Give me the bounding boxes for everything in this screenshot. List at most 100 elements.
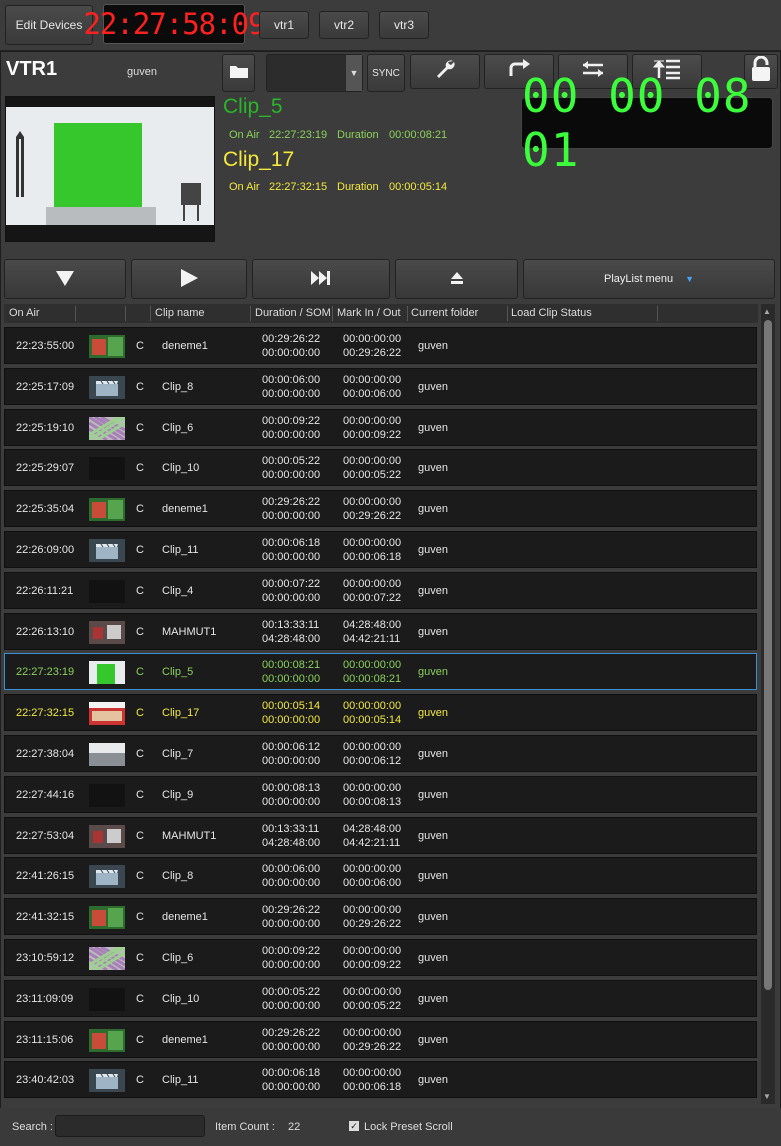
- eject-button[interactable]: [395, 259, 518, 299]
- preview-frame: [6, 97, 214, 241]
- row-mark-in: 00:00:00:00: [343, 659, 402, 672]
- table-row[interactable]: 23:10:59:12 C Clip_6 00:00:09:22 00:00:00:00…: [4, 939, 757, 976]
- row-folder: guven: [418, 911, 448, 924]
- row-mark-out: 00:29:26:22: [343, 918, 402, 931]
- table-row[interactable]: 22:26:09:00 C Clip_11 00:00:06:18 00:00:00:0…: [4, 531, 757, 568]
- row-mark-out: 00:00:05:22: [343, 469, 402, 482]
- table-row[interactable]: 22:27:38:04 C Clip_7 00:00:06:12 00:00:00:00…: [4, 735, 757, 772]
- row-mark-in: 00:00:00:00: [343, 1067, 402, 1080]
- clip-thumbnail: [89, 539, 125, 562]
- row-folder: guven: [418, 544, 448, 556]
- tab-vtr3[interactable]: vtr3: [379, 11, 429, 39]
- row-clip-name: Clip_7: [162, 748, 194, 760]
- col-clip-name[interactable]: Clip name: [155, 307, 205, 319]
- row-onair-time: 22:41:26:15: [16, 870, 75, 883]
- row-clip-name: Clip_5: [162, 666, 194, 679]
- table-row[interactable]: 22:25:29:07 C Clip_10 00:00:05:22 00:00:00:0…: [4, 449, 757, 487]
- table-row[interactable]: 22:26:11:21 C Clip_4 00:00:07:22 00:00:00:00…: [4, 571, 757, 609]
- table-row[interactable]: 22:25:17:09 C Clip_8 00:00:06:00 00:00:00:00…: [4, 367, 757, 405]
- row-mark-out: 00:00:09:22: [343, 959, 402, 971]
- next-duration-label: Duration: [337, 181, 379, 193]
- row-type: C: [136, 462, 144, 475]
- col-duration-som[interactable]: Duration / SOM: [255, 307, 331, 319]
- play-button[interactable]: [131, 259, 247, 299]
- cue-down-button[interactable]: [4, 259, 126, 299]
- row-som: 00:00:00:00: [262, 387, 321, 400]
- row-duration: 00:00:08:13: [262, 781, 321, 794]
- scroll-down-icon[interactable]: ▼: [763, 1092, 771, 1101]
- col-load-clip-status[interactable]: Load Clip Status: [511, 307, 592, 319]
- row-clip-name: Clip_6: [162, 421, 194, 434]
- col-current-folder[interactable]: Current folder: [411, 307, 478, 319]
- sync-button[interactable]: SYNC: [367, 54, 405, 92]
- playlist-menu-button[interactable]: PlayList menu ▼: [523, 259, 775, 299]
- row-onair-time: 22:27:53:04: [16, 829, 75, 842]
- scroll-thumb[interactable]: [764, 320, 772, 990]
- table-row[interactable]: 22:26:13:10 C MAHMUT1 00:13:33:11 04:28:48:0…: [4, 612, 757, 650]
- row-duration: 00:00:07:22: [262, 577, 321, 590]
- table-row[interactable]: 22:27:23:19 C Clip_5 00:00:08:21 00:00:00:00…: [4, 653, 757, 691]
- row-mark-in: 00:00:00:00: [343, 700, 402, 713]
- triangle-down-icon: [55, 269, 75, 290]
- folder-select[interactable]: ▼: [266, 54, 363, 92]
- row-mark-out: 00:00:06:00: [343, 387, 402, 400]
- table-row[interactable]: 23:40:42:03 C Clip_11 00:00:06:18 00:00:00:0…: [4, 1061, 757, 1098]
- row-folder: guven: [418, 340, 448, 352]
- row-folder: guven: [418, 503, 448, 516]
- table-row[interactable]: 22:41:32:15 Cdeneme1 00:29:26:22 00:00:00:0…: [4, 898, 757, 936]
- clip-thumbnail: [89, 375, 125, 399]
- table-row[interactable]: 22:41:26:15 C Clip_8 00:00:06:00 00:00:00:00…: [4, 857, 757, 895]
- eject-icon: [450, 271, 464, 288]
- row-type: C: [136, 1033, 144, 1046]
- scroll-up-icon[interactable]: ▲: [763, 307, 771, 316]
- row-mark-in: 00:00:00:00: [343, 496, 402, 509]
- row-duration: 00:00:05:22: [262, 985, 321, 998]
- row-clip-name: Clip_10: [162, 462, 200, 475]
- row-clip-name: Clip_4: [162, 584, 194, 597]
- video-preview: [5, 96, 215, 242]
- table-row[interactable]: 22:23:55:00 Cdeneme1 00:29:26:22 00:00:00:0…: [4, 327, 757, 364]
- tab-vtr2[interactable]: vtr2: [319, 11, 369, 39]
- table-row[interactable]: 22:25:19:10 C Clip_6 00:00:09:22 00:00:00:00…: [4, 408, 757, 446]
- row-som: 00:00:00:00: [262, 959, 321, 971]
- tab-vtr1[interactable]: vtr1: [259, 11, 309, 39]
- row-mark-out: 00:00:06:12: [343, 755, 402, 767]
- row-clip-name: Clip_8: [162, 870, 194, 883]
- row-mark-in: 00:00:00:00: [343, 741, 402, 753]
- onair-label: On Air: [229, 129, 260, 141]
- table-row[interactable]: 22:25:35:04 Cdeneme1 00:29:26:22 00:00:00:0…: [4, 490, 757, 528]
- settings-button[interactable]: [410, 54, 480, 89]
- table-row[interactable]: 23:11:09:09 C Clip_10 00:00:05:22 00:00:00:0…: [4, 979, 757, 1017]
- col-mark-in-out[interactable]: Mark In / Out: [337, 307, 401, 319]
- open-folder-button[interactable]: [222, 54, 255, 92]
- edit-devices-button[interactable]: Edit Devices: [5, 5, 93, 45]
- playlist-scrollbar[interactable]: ▲ ▼: [761, 304, 775, 1104]
- row-som: 00:00:00:00: [262, 591, 321, 604]
- row-duration: 00:00:08:21: [262, 659, 321, 672]
- table-row[interactable]: 22:27:53:04 C MAHMUT1 00:13:33:11 04:28:48:0…: [4, 816, 757, 854]
- search-input[interactable]: [55, 1115, 205, 1137]
- row-mark-in: 00:00:00:00: [343, 863, 402, 876]
- row-clip-name: Clip_11: [162, 1074, 199, 1087]
- clip-thumbnail: [89, 661, 125, 685]
- row-type: C: [136, 870, 144, 883]
- row-mark-in: 00:00:00:00: [343, 985, 402, 998]
- table-row[interactable]: 22:27:44:16 C Clip_9 00:00:08:13 00:00:00:00…: [4, 775, 757, 813]
- row-som: 00:00:00:00: [262, 1040, 321, 1053]
- row-mark-out: 00:00:05:22: [343, 999, 402, 1012]
- row-folder: guven: [418, 992, 448, 1005]
- row-type: C: [136, 1074, 144, 1087]
- col-on-air[interactable]: On Air: [9, 307, 40, 319]
- row-type: C: [136, 788, 144, 801]
- table-row[interactable]: 23:11:15:06 Cdeneme1 00:29:26:22 00:00:00:0…: [4, 1020, 757, 1058]
- table-row[interactable]: 22:27:32:15 C Clip_17 00:00:05:14 00:00:00:0…: [4, 694, 757, 732]
- row-mark-out: 00:00:06:18: [343, 551, 402, 563]
- skip-next-button[interactable]: [252, 259, 390, 299]
- row-duration: 00:00:05:22: [262, 455, 321, 468]
- row-clip-name: Clip_17: [162, 707, 200, 720]
- row-clip-name: Clip_9: [162, 788, 194, 801]
- next-clip-name: Clip_17: [223, 148, 295, 171]
- lock-preset-checkbox[interactable]: ✓: [349, 1121, 359, 1131]
- row-mark-out: 00:00:07:22: [343, 591, 402, 604]
- onair-clip-name: Clip_5: [223, 95, 283, 118]
